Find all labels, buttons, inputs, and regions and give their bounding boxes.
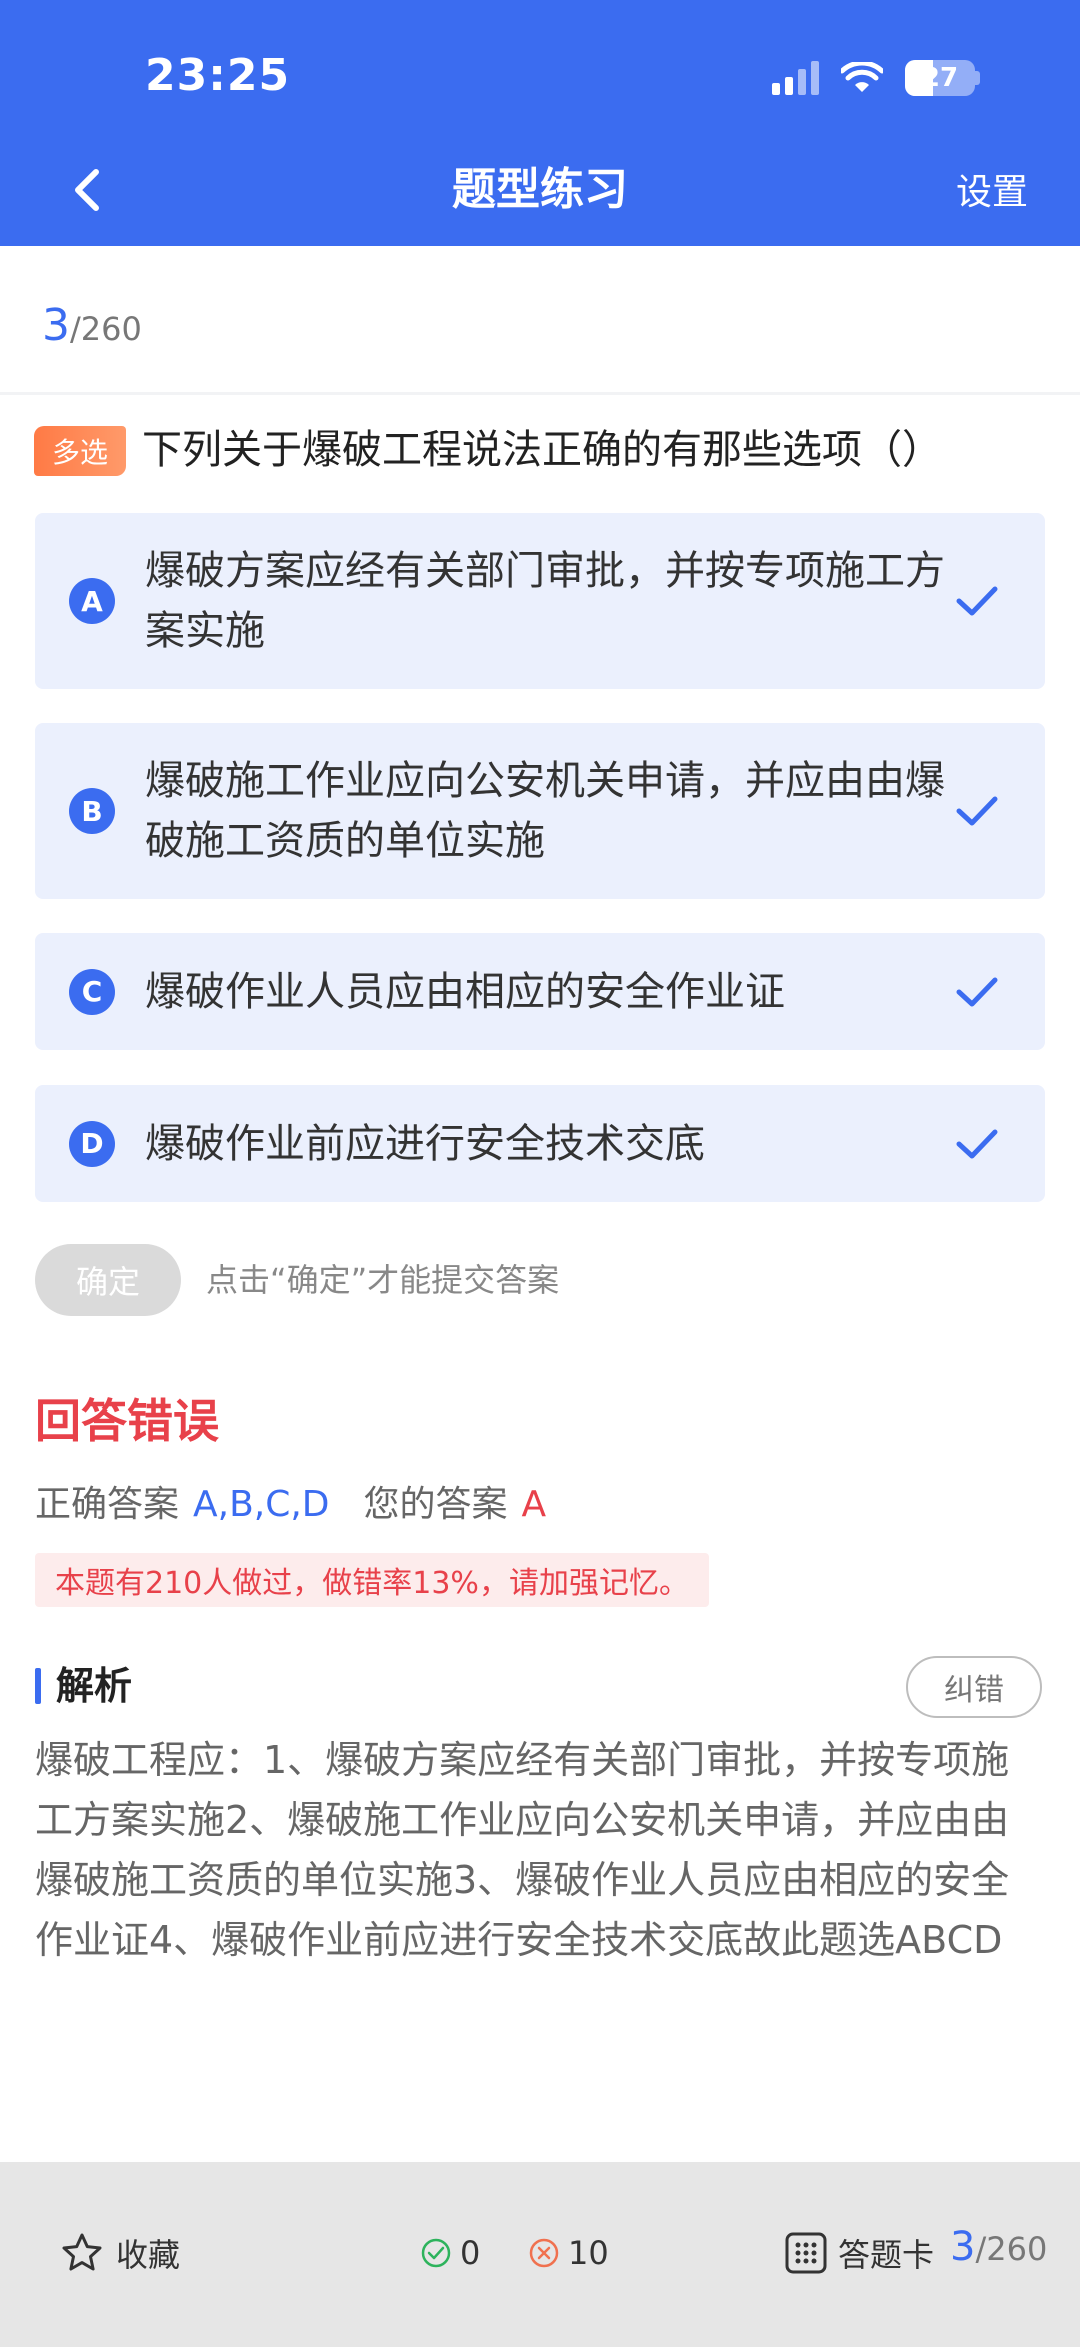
error-rate-notice: 本题有210人做过，做错率13%，请加强记忆。 (35, 1553, 709, 1607)
option-text: 爆破作业人员应由相应的安全作业证 (145, 968, 785, 1015)
your-answer-label: 您的答案 (363, 1484, 508, 1525)
cellular-signal-icon (772, 61, 819, 95)
check-icon (956, 1129, 998, 1158)
option-letter: D (69, 1120, 115, 1167)
option-text: 爆破方案应经有关部门审批，并按专项施工方案实施 (145, 548, 945, 654)
your-answer-value: A (521, 1484, 547, 1525)
check-icon (956, 586, 998, 616)
grid-icon (785, 2232, 827, 2274)
analysis-heading: 解析 (56, 1664, 133, 1708)
settings-button[interactable]: 设置 (956, 168, 1028, 218)
correct-answer-label: 正确答案 (35, 1484, 180, 1525)
page-title: 题型练习 (452, 164, 628, 215)
option-a[interactable]: A 爆破方案应经有关部门审批，并按专项施工方案实施 (35, 513, 1045, 689)
check-icon (956, 977, 998, 1006)
section-marker (35, 1668, 41, 1704)
favorite-button[interactable]: 收藏 (60, 2230, 180, 2276)
confirm-button[interactable]: 确定 (35, 1244, 181, 1316)
option-d[interactable]: D 爆破作业前应进行安全技术交底 (35, 1085, 1045, 1202)
answer-card-button[interactable]: 答题卡 (784, 2230, 934, 2276)
correct-count-value: 0 (460, 2234, 481, 2272)
battery-icon: 27 (905, 60, 980, 96)
star-icon (62, 2233, 102, 2271)
wrong-count-value: 10 (568, 2234, 609, 2272)
option-b[interactable]: B 爆破施工作业应向公安机关申请，并应由由爆破施工资质的单位实施 (35, 723, 1045, 899)
answer-card-label: 答题卡 (838, 2236, 935, 2274)
option-c[interactable]: C 爆破作业人员应由相应的安全作业证 (35, 933, 1045, 1050)
status-time: 23:25 (145, 50, 291, 101)
bottom-progress: 3/260 (950, 2224, 1047, 2270)
progress-current: 3 (42, 300, 70, 351)
wrong-count: 10 (528, 2234, 609, 2272)
confirm-hint: 点击“确定”才能提交答案 (206, 1261, 560, 1299)
divider (0, 392, 1080, 395)
favorite-label: 收藏 (116, 2236, 181, 2274)
option-text: 爆破作业前应进行安全技术交底 (145, 1120, 705, 1167)
option-letter: C (69, 968, 115, 1015)
progress-total: /260 (70, 310, 142, 348)
question-type-tag: 多选 (34, 426, 126, 476)
battery-level: 27 (921, 63, 959, 93)
question-text: 下列关于爆破工程说法正确的有那些选项（） (142, 427, 942, 473)
correct-count: 0 (420, 2234, 480, 2272)
option-text: 爆破施工作业应向公安机关申请，并应由由爆破施工资质的单位实施 (145, 758, 945, 864)
option-letter: A (69, 578, 115, 624)
question-progress: 3/260 (42, 300, 142, 351)
wifi-icon (841, 62, 883, 92)
check-icon (956, 796, 998, 826)
report-error-button[interactable]: 纠错 (906, 1656, 1042, 1718)
wrong-circle-icon (529, 2238, 559, 2268)
correct-circle-icon (421, 2238, 451, 2268)
option-letter: B (69, 788, 115, 834)
correct-answer-value: A,B,C,D (193, 1484, 330, 1525)
bottom-progress-current: 3 (950, 2224, 976, 2270)
result-title: 回答错误 (35, 1394, 219, 1448)
status-icons: 27 (772, 58, 980, 98)
analysis-text: 爆破工程应：1、爆破方案应经有关部门审批，并按专项施工方案实施2、爆破施工作业应… (35, 1738, 1010, 1962)
answer-summary: 正确答案 A,B,C,D 您的答案 A (35, 1480, 546, 1530)
bottom-progress-total: /260 (975, 2230, 1048, 2268)
